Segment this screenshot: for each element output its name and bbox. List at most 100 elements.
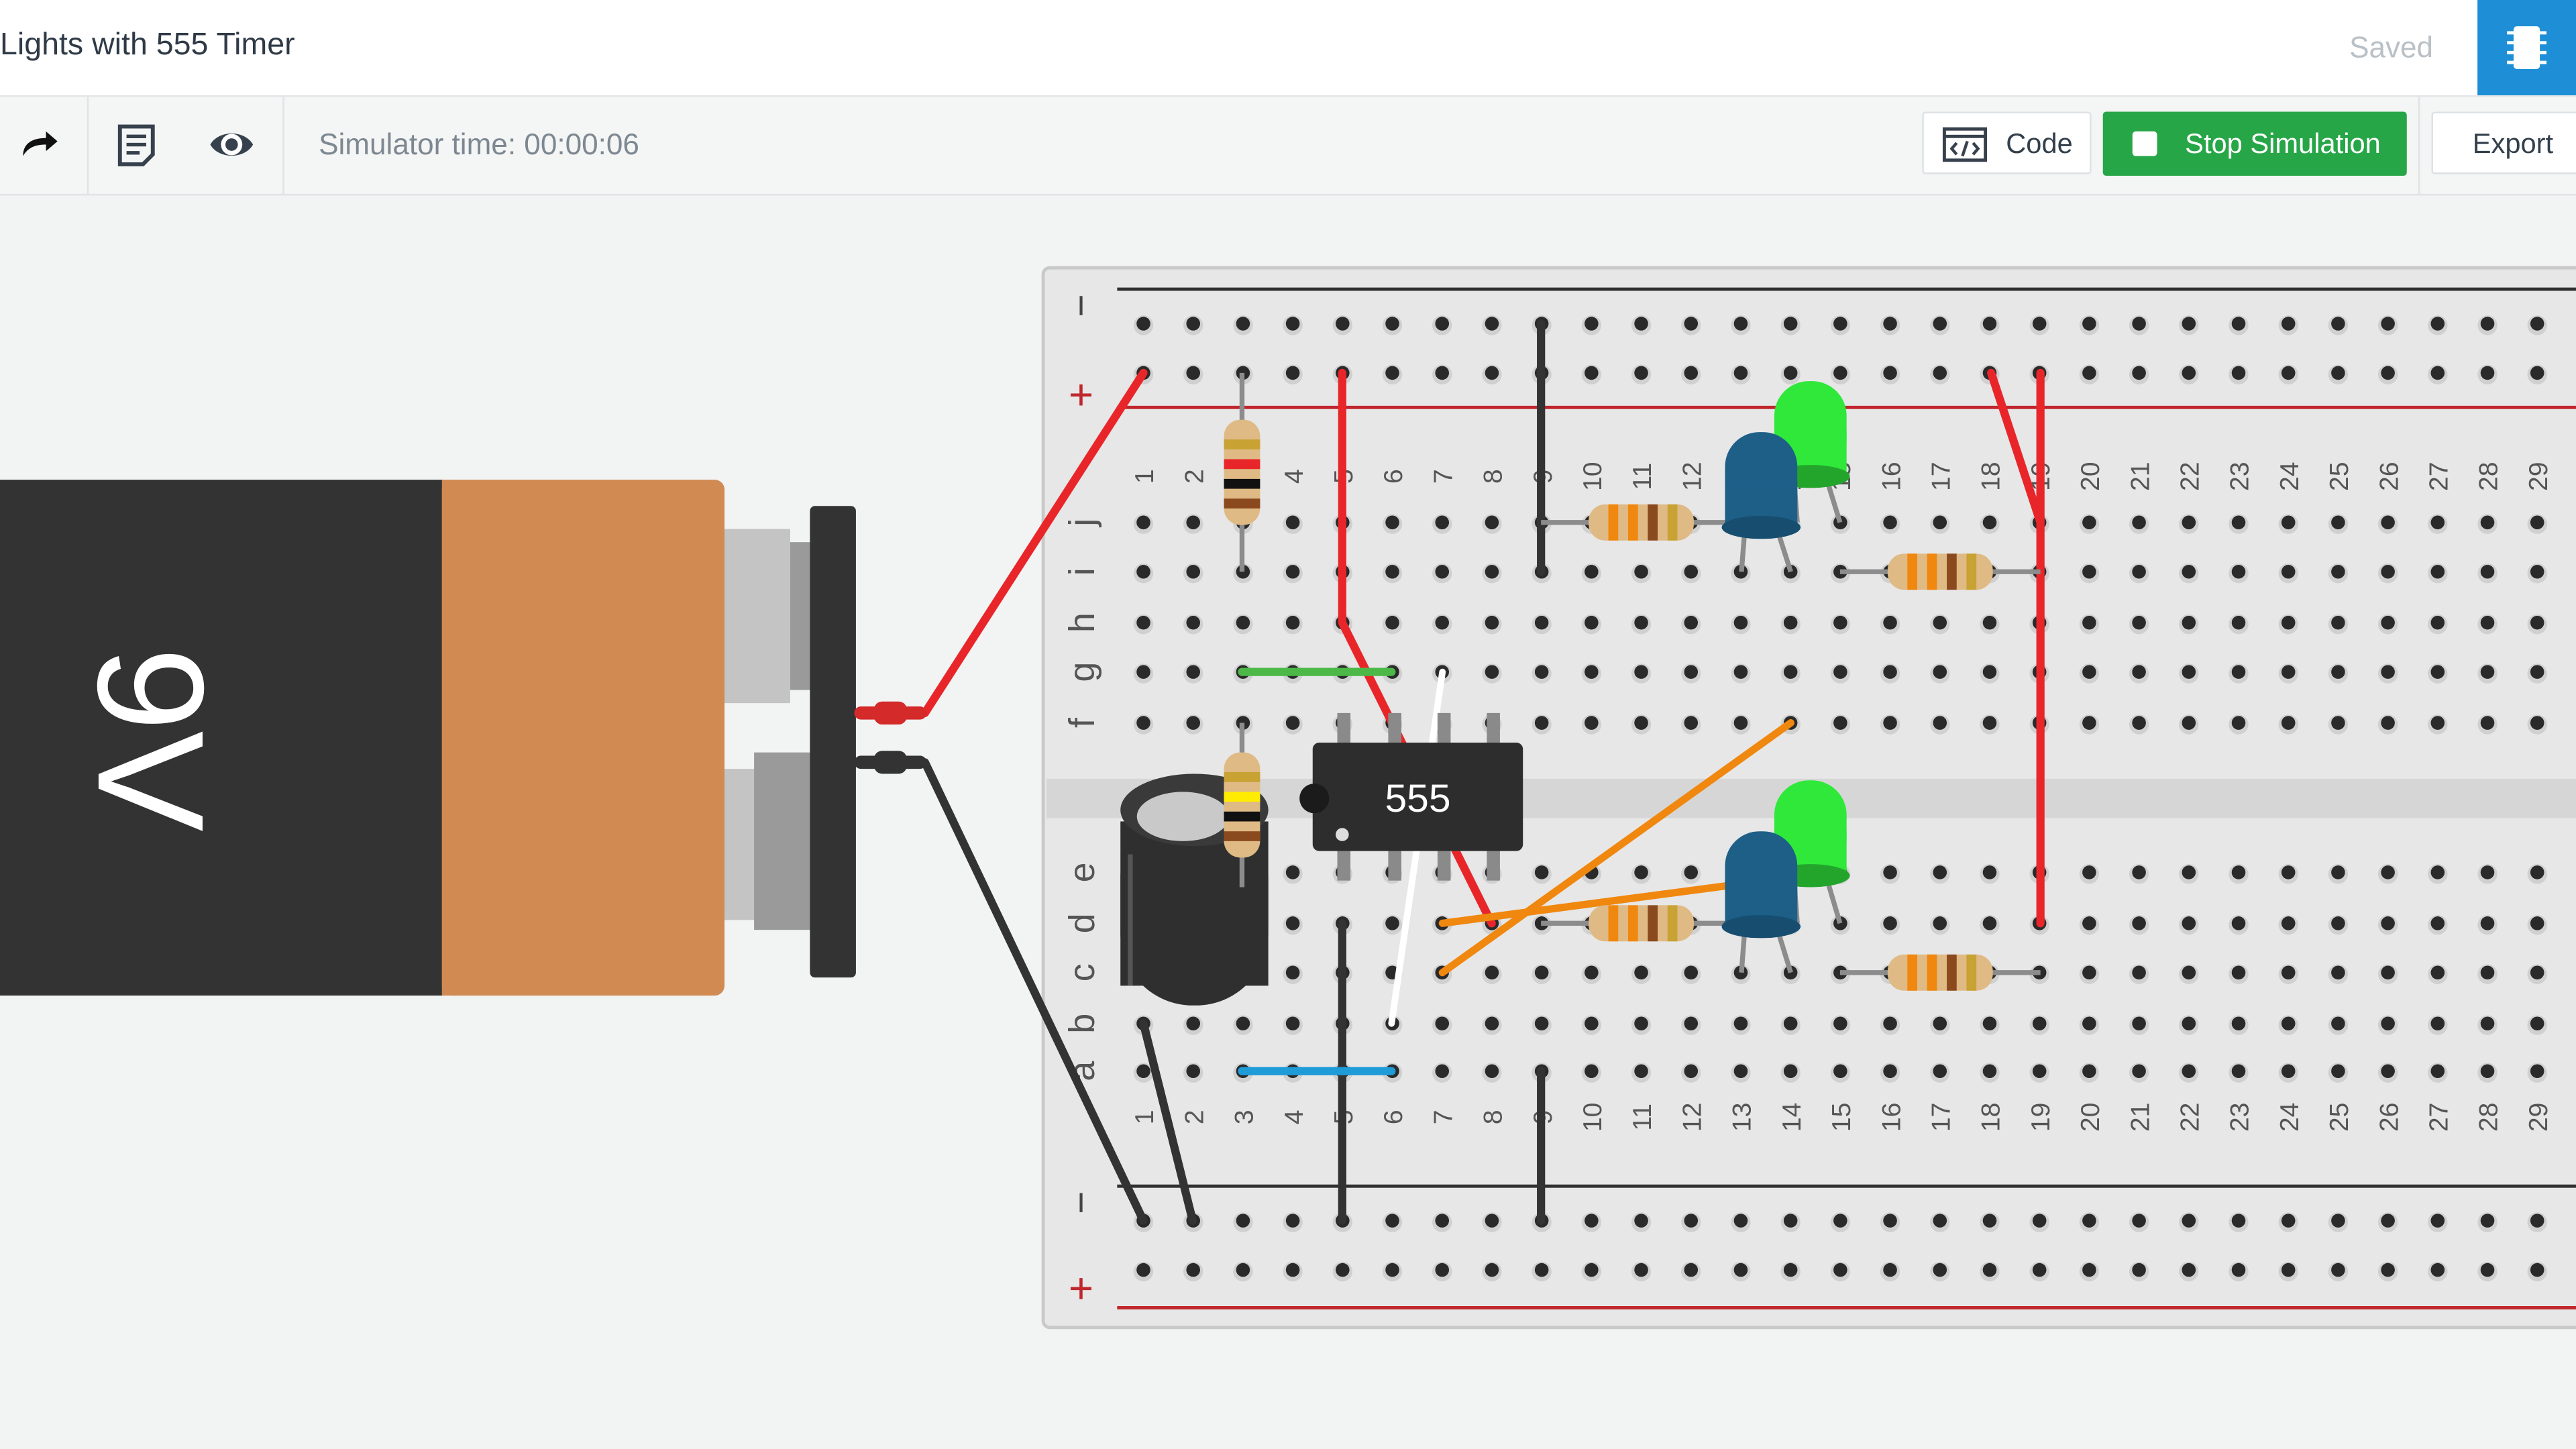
rail-hole[interactable]	[1283, 1261, 1303, 1282]
terminal-hole[interactable]	[2377, 1063, 2398, 1083]
rail-hole[interactable]	[2477, 364, 2498, 385]
rail-hole[interactable]	[1581, 364, 1602, 385]
terminal-hole[interactable]	[1780, 663, 1801, 684]
terminal-hole[interactable]	[2079, 714, 2100, 735]
rail-hole[interactable]	[1731, 364, 1751, 385]
rail-hole[interactable]	[2477, 1261, 2498, 1282]
rail-hole[interactable]	[2229, 364, 2249, 385]
terminal-hole[interactable]	[1482, 1063, 1502, 1083]
terminal-hole[interactable]	[1930, 1063, 1950, 1083]
terminal-hole[interactable]	[1532, 714, 1552, 735]
terminal-hole[interactable]	[2328, 564, 2349, 584]
terminal-hole[interactable]	[1183, 1015, 1203, 1035]
rail-hole[interactable]	[1880, 315, 1900, 335]
rail-hole[interactable]	[2377, 315, 2398, 335]
rail-hole[interactable]	[2377, 1261, 2398, 1282]
rail-hole[interactable]	[2278, 1261, 2298, 1282]
rail-hole[interactable]	[1283, 1212, 1303, 1232]
terminal-hole[interactable]	[1880, 714, 1900, 735]
rail-hole[interactable]	[1780, 1261, 1801, 1282]
rail-hole[interactable]	[2179, 1261, 2199, 1282]
rail-hole[interactable]	[2377, 364, 2398, 385]
terminal-hole[interactable]	[2527, 714, 2547, 735]
rail-hole[interactable]	[2328, 1212, 2349, 1232]
terminal-hole[interactable]	[2278, 564, 2298, 584]
rail-hole[interactable]	[2129, 364, 2149, 385]
rail-hole[interactable]	[2129, 1261, 2149, 1282]
terminal-hole[interactable]	[2129, 1063, 2149, 1083]
terminal-hole[interactable]	[1183, 564, 1203, 584]
terminal-hole[interactable]	[2328, 1063, 2349, 1083]
terminal-hole[interactable]	[2179, 663, 2199, 684]
terminal-hole[interactable]	[1482, 964, 1502, 984]
terminal-hole[interactable]	[1681, 1063, 1701, 1083]
terminal-hole[interactable]	[1731, 663, 1751, 684]
terminal-hole[interactable]	[1482, 663, 1502, 684]
rail-hole[interactable]	[2477, 1212, 2498, 1232]
rail-hole[interactable]	[1283, 315, 1303, 335]
terminal-hole[interactable]	[2229, 614, 2249, 635]
terminal-hole[interactable]	[1980, 864, 2000, 884]
terminal-hole[interactable]	[1133, 514, 1154, 534]
terminal-hole[interactable]	[1183, 514, 1203, 534]
rail-hole[interactable]	[2029, 315, 2049, 335]
terminal-hole[interactable]	[1581, 564, 1602, 584]
terminal-hole[interactable]	[2328, 714, 2349, 735]
rail-hole[interactable]	[1432, 364, 1452, 385]
rail-hole[interactable]	[1482, 364, 1502, 385]
rail-hole[interactable]	[1980, 315, 2000, 335]
terminal-hole[interactable]	[1780, 1015, 1801, 1035]
terminal-hole[interactable]	[2278, 514, 2298, 534]
terminal-hole[interactable]	[2129, 864, 2149, 884]
rail-hole[interactable]	[1382, 315, 1403, 335]
terminal-hole[interactable]	[1830, 614, 1851, 635]
terminal-hole[interactable]	[2229, 915, 2249, 935]
terminal-hole[interactable]	[1432, 564, 1452, 584]
terminal-hole[interactable]	[2278, 1015, 2298, 1035]
terminal-hole[interactable]	[2179, 915, 2199, 935]
rail-hole[interactable]	[2428, 364, 2448, 385]
rail-hole[interactable]	[1581, 1212, 1602, 1232]
terminal-hole[interactable]	[1432, 514, 1452, 534]
rail-hole[interactable]	[1133, 315, 1154, 335]
terminal-hole[interactable]	[1880, 514, 1900, 534]
terminal-hole[interactable]	[1830, 663, 1851, 684]
rail-hole[interactable]	[2079, 1261, 2100, 1282]
terminal-hole[interactable]	[1880, 663, 1900, 684]
rail-hole[interactable]	[2079, 315, 2100, 335]
rail-hole[interactable]	[2179, 1212, 2199, 1232]
rail-hole[interactable]	[2129, 1212, 2149, 1232]
terminal-hole[interactable]	[2278, 614, 2298, 635]
rail-hole[interactable]	[1631, 1261, 1652, 1282]
terminal-hole[interactable]	[2229, 514, 2249, 534]
terminal-hole[interactable]	[2377, 714, 2398, 735]
terminal-hole[interactable]	[1183, 614, 1203, 635]
terminal-hole[interactable]	[1183, 663, 1203, 684]
terminal-hole[interactable]	[2328, 915, 2349, 935]
terminal-hole[interactable]	[2328, 864, 2349, 884]
terminal-hole[interactable]	[1581, 1015, 1602, 1035]
rail-hole[interactable]	[2278, 364, 2298, 385]
terminal-hole[interactable]	[2079, 514, 2100, 534]
terminal-hole[interactable]	[2377, 514, 2398, 534]
terminal-hole[interactable]	[2328, 1015, 2349, 1035]
terminal-hole[interactable]	[2328, 514, 2349, 534]
rail-hole[interactable]	[1631, 315, 1652, 335]
terminal-hole[interactable]	[1532, 663, 1552, 684]
rail-hole[interactable]	[2328, 315, 2349, 335]
terminal-hole[interactable]	[1482, 614, 1502, 635]
rail-hole[interactable]	[1631, 1212, 1652, 1232]
rail-hole[interactable]	[1681, 1212, 1701, 1232]
terminal-hole[interactable]	[2428, 714, 2448, 735]
rail-hole[interactable]	[1780, 1212, 1801, 1232]
terminal-hole[interactable]	[2377, 964, 2398, 984]
rail-hole[interactable]	[1631, 364, 1652, 385]
terminal-hole[interactable]	[2477, 663, 2498, 684]
terminal-hole[interactable]	[1432, 1015, 1452, 1035]
rail-hole[interactable]	[2477, 315, 2498, 335]
terminal-hole[interactable]	[2229, 1015, 2249, 1035]
terminal-hole[interactable]	[1133, 614, 1154, 635]
rail-hole[interactable]	[1930, 364, 1950, 385]
rail-hole[interactable]	[1581, 1261, 1602, 1282]
terminal-hole[interactable]	[2428, 614, 2448, 635]
